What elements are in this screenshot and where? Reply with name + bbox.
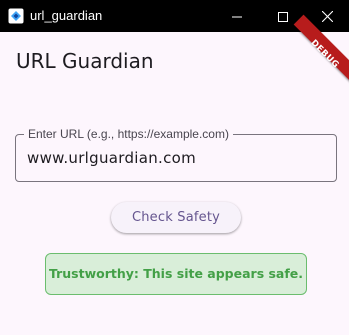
- url-input[interactable]: [27, 147, 327, 169]
- window-minimize-button[interactable]: [214, 0, 260, 32]
- app-window: url_guardian URL Guardian DEBUG Enter UR…: [0, 0, 349, 335]
- maximize-icon: [278, 7, 288, 26]
- url-field-label: Enter URL (e.g., https://example.com): [24, 126, 233, 142]
- debug-banner-label: DEBUG: [308, 38, 341, 71]
- page-title: URL Guardian: [16, 49, 154, 73]
- result-message: Trustworthy: This site appears safe.: [48, 266, 304, 281]
- url-field[interactable]: Enter URL (e.g., https://example.com): [15, 126, 337, 182]
- window-title: url_guardian: [30, 8, 103, 23]
- minimize-icon: [232, 7, 242, 26]
- result-banner: Trustworthy: This site appears safe.: [45, 253, 307, 295]
- app-body: URL Guardian DEBUG Enter URL (e.g., http…: [0, 14, 349, 335]
- app-logo-icon: [8, 8, 24, 24]
- check-safety-button-label: Check Safety: [131, 209, 221, 225]
- close-icon: [321, 7, 334, 26]
- check-safety-button[interactable]: Check Safety: [111, 202, 241, 233]
